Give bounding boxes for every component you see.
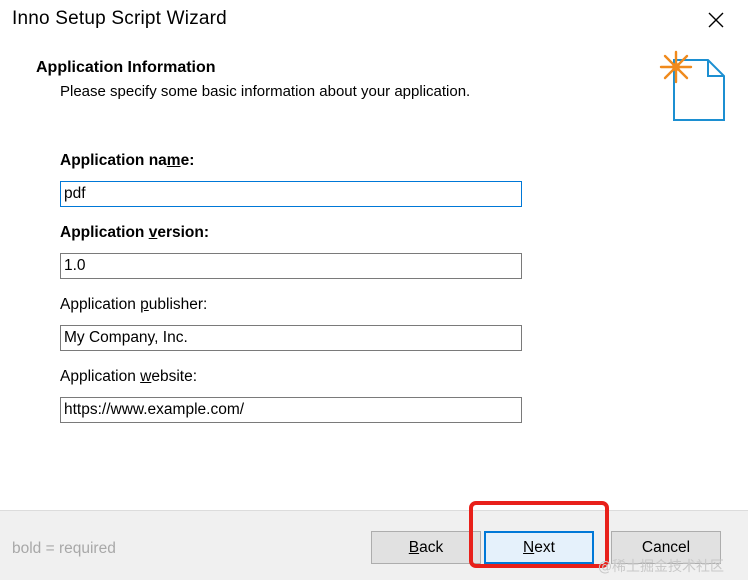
window-title: Inno Setup Script Wizard (12, 8, 227, 29)
application-publisher-input[interactable]: My Company, Inc. (60, 325, 522, 351)
application-website-input[interactable]: https://www.example.com/ (60, 397, 522, 423)
application-publisher-label: Application publisher: (60, 296, 208, 313)
watermark: @稀土掘金技术社区 (598, 559, 724, 575)
application-website-label: Application website: (60, 368, 198, 385)
application-version-label: Application version: (60, 224, 210, 241)
application-version-input[interactable]: 1.0 (60, 253, 522, 279)
page-heading: Application Information (36, 59, 216, 76)
page-subheading: Please specify some basic information ab… (60, 83, 471, 100)
required-hint: bold = required (12, 540, 116, 557)
next-button[interactable]: Next (484, 531, 594, 564)
wizard-window: Inno Setup Script Wizard Application Inf… (0, 0, 748, 580)
document-star-icon (659, 50, 725, 121)
application-name-label: Application name: (60, 152, 195, 169)
application-name-input[interactable]: pdf (60, 181, 522, 207)
close-icon (708, 12, 724, 28)
close-button[interactable] (700, 6, 732, 34)
back-button[interactable]: Back (371, 531, 481, 564)
